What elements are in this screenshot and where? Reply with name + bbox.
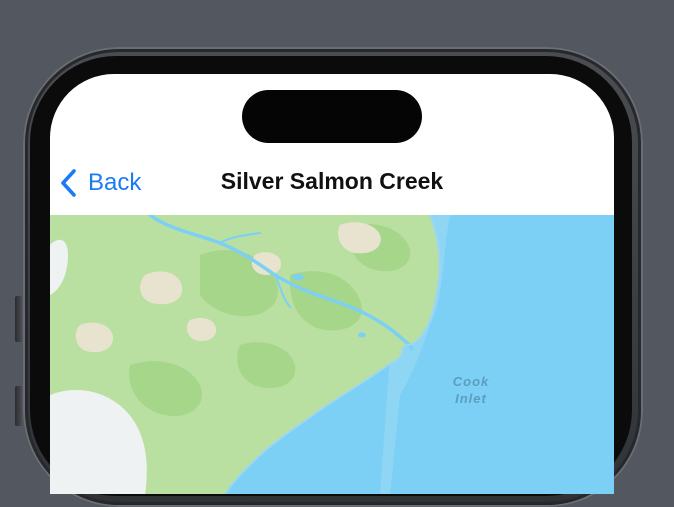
map-canvas: [50, 215, 614, 494]
map-water-label-line2: Inlet: [455, 391, 487, 406]
volume-up-button: [15, 296, 22, 342]
volume-down-button: [15, 386, 22, 426]
map-view[interactable]: Cook Inlet: [50, 215, 614, 494]
phone-screen: Back Silver Salmon Creek Cook Inlet: [50, 74, 614, 494]
map-water-label-line1: Cook: [452, 374, 490, 389]
map-water-label: Cook Inlet: [446, 373, 496, 407]
navigation-bar: Back Silver Salmon Creek: [50, 162, 614, 204]
page-title: Silver Salmon Creek: [220, 168, 444, 194]
dynamic-island: [242, 90, 422, 143]
